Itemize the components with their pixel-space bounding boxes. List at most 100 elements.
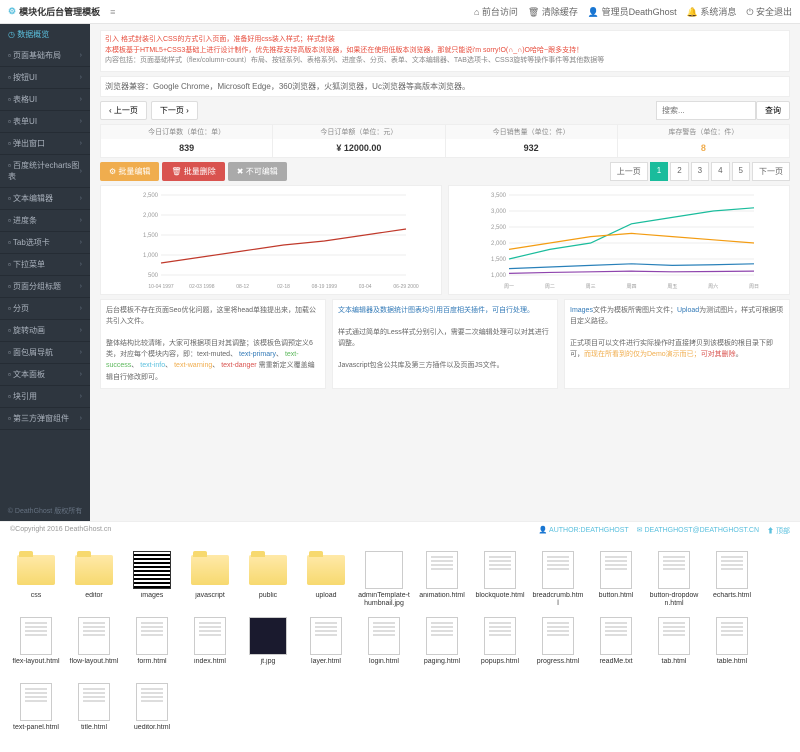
next-page-button[interactable]: 下一页 › (151, 101, 198, 120)
svg-text:06-29 2000: 06-29 2000 (393, 284, 419, 290)
file-blockquote.html[interactable]: blockquote.html (474, 550, 526, 610)
desc-col-1: 后台模板不存在页面Seo优化问题，这里将head单独提出来，加载公共引入文件。 … (100, 299, 326, 389)
nav-exit[interactable]: ⏻ 安全退出 (746, 5, 792, 18)
chevron-right-icon: › (80, 393, 82, 400)
nav-admin[interactable]: 👤 管理员DeathGhost (588, 5, 677, 18)
svg-text:02-18: 02-18 (277, 284, 290, 290)
sidebar-item-16[interactable]: ▫ 第三方弹窗组件› (0, 408, 90, 430)
sidebar-item-1[interactable]: ▫ 按钮UI› (0, 67, 90, 89)
pager-2[interactable]: 2 (670, 162, 688, 181)
chevron-right-icon: › (80, 52, 82, 59)
sidebar-item-5[interactable]: ▫ 百度统计echarts图表› (0, 155, 90, 188)
pager-3[interactable]: 3 (691, 162, 709, 181)
nav-clear[interactable]: 🗑 清除缓存 (528, 5, 578, 18)
sidebar-item-12[interactable]: ▫ 旋转动画› (0, 320, 90, 342)
svg-text:10-04 1997: 10-04 1997 (148, 284, 174, 290)
footer-top[interactable]: ⬆ 顶部 (767, 526, 790, 536)
file-flow-layout.html[interactable]: flow-layout.html (68, 616, 120, 676)
file-animation.html[interactable]: animation.html (416, 550, 468, 610)
file-button.html[interactable]: button.html (590, 550, 642, 610)
browser-compat: 浏览器兼容：Google Chrome，Microsoft Edge，360浏览… (100, 76, 790, 97)
file-editor[interactable]: editor (68, 550, 120, 610)
batch-edit-button[interactable]: ⚙ 批量编辑 (100, 162, 159, 181)
stat-1: 今日订单额（单位：元）¥ 12000.00 (273, 125, 445, 157)
file-progress.html[interactable]: progress.html (532, 616, 584, 676)
sidebar-item-0[interactable]: ▫ 页面基础布局› (0, 45, 90, 67)
file-ueditor.html[interactable]: ueditor.html (126, 682, 178, 742)
sidebar-item-2[interactable]: ▫ 表格UI› (0, 89, 90, 111)
file-images[interactable]: images (126, 550, 178, 610)
no-edit-button[interactable]: ✖ 不可编辑 (228, 162, 287, 181)
sidebar-item-9[interactable]: ▫ 下拉菜单› (0, 254, 90, 276)
pager-5[interactable]: 5 (732, 162, 750, 181)
chevron-right-icon: › (80, 371, 82, 378)
file-table.html[interactable]: table.html (706, 616, 758, 676)
gear-icon: ⚙ (8, 6, 16, 17)
content: 引入 格式封装引入CSS的方式引入页面，准备好用css装入样式；样式封装 本模板… (90, 24, 800, 521)
footer-author[interactable]: 👤 AUTHOR:DEATHGHOST (539, 526, 629, 536)
svg-text:1,500: 1,500 (143, 233, 159, 239)
footer-mail[interactable]: ✉ DEATHGHOST@DEATHGHOST.CN (637, 526, 759, 536)
chevron-right-icon: › (80, 415, 82, 422)
chart-left: 5001,0001,5002,0002,50010-04 199702-03 1… (100, 185, 442, 295)
prev-page-button[interactable]: ‹ 上一页 (100, 101, 147, 120)
notice-l1: 引入 格式封装引入CSS的方式引入页面，准备好用css装入样式；样式封装 (105, 36, 335, 43)
sidebar-header: ◷ 数据概览 (0, 24, 90, 45)
sidebar-item-3[interactable]: ▫ 表单UI› (0, 111, 90, 133)
file-readMe.txt[interactable]: readMe.txt (590, 616, 642, 676)
sidebar-item-11[interactable]: ▫ 分页› (0, 298, 90, 320)
pager-1[interactable]: 1 (650, 162, 668, 181)
file-public[interactable]: public (242, 550, 294, 610)
svg-text:02-03 1998: 02-03 1998 (189, 284, 215, 290)
batch-delete-button[interactable]: 🗑 批量删除 (162, 162, 224, 181)
sidebar-item-14[interactable]: ▫ 文本面板› (0, 364, 90, 386)
chevron-right-icon: › (80, 283, 82, 290)
notice-box: 引入 格式封装引入CSS的方式引入页面，准备好用css装入样式；样式封装 本模板… (100, 30, 790, 72)
pager-prev[interactable]: 上一页 (610, 162, 648, 181)
sidebar-item-6[interactable]: ▫ 文本编辑器› (0, 188, 90, 210)
nav-visit[interactable]: ⌂ 前台访问 (474, 5, 518, 18)
file-upload[interactable]: upload (300, 550, 352, 610)
menu-toggle-icon[interactable]: ≡ (110, 7, 115, 17)
file-button-dropdown.html[interactable]: button-dropdown.html (648, 550, 700, 610)
file-title.html[interactable]: title.html (68, 682, 120, 742)
file-paging.html[interactable]: paging.html (416, 616, 468, 676)
pager-next[interactable]: 下一页 (752, 162, 790, 181)
search-button[interactable]: 查询 (756, 101, 790, 120)
sidebar-item-13[interactable]: ▫ 面包屑导航› (0, 342, 90, 364)
sidebar-item-8[interactable]: ▫ Tab选项卡› (0, 232, 90, 254)
sidebar-item-4[interactable]: ▫ 弹出窗口› (0, 133, 90, 155)
file-flex-layout.html[interactable]: flex-layout.html (10, 616, 62, 676)
desc-col-3: Images文件为模板所需图片文件；Upload为测试图片，样式可根据项目定义路… (564, 299, 790, 389)
brand: ⚙模块化后台管理模板 (8, 5, 100, 18)
file-login.html[interactable]: login.html (358, 616, 410, 676)
file-css[interactable]: css (10, 550, 62, 610)
file-jt.jpg[interactable]: jt.jpg (242, 616, 294, 676)
notice-l2: 本模板基于HTML5+CSS3基础上进行设计制作，优先推荐支持高版本浏览器，如果… (105, 46, 785, 57)
file-index.html[interactable]: index.html (184, 616, 236, 676)
stat-2: 今日销售量（单位：件）932 (446, 125, 618, 157)
search-input[interactable] (656, 101, 756, 120)
chevron-right-icon: › (80, 261, 82, 268)
sidebar-item-10[interactable]: ▫ 页面分组标题› (0, 276, 90, 298)
file-breadcrumb.html[interactable]: breadcrumb.html (532, 550, 584, 610)
stats-row: 今日订单数（单位：单）839今日订单额（单位：元）¥ 12000.00今日销售量… (100, 124, 790, 158)
file-form.html[interactable]: form.html (126, 616, 178, 676)
file-tab.html[interactable]: tab.html (648, 616, 700, 676)
svg-text:3,000: 3,000 (491, 209, 507, 215)
file-popups.html[interactable]: popups.html (474, 616, 526, 676)
file-echarts.html[interactable]: echarts.html (706, 550, 758, 610)
file-layer.html[interactable]: layer.html (300, 616, 352, 676)
file-adminTemplate-thumbnail.jpg[interactable]: adminTemplate-thumbnail.jpg (358, 550, 410, 610)
footer: ©Copyright 2016 DeathGhost.cn 👤 AUTHOR:D… (0, 521, 800, 540)
file-text-panel.html[interactable]: text-panel.html (10, 682, 62, 742)
nav-msg[interactable]: 🔔 系统消息 (687, 5, 737, 18)
chart-right: 1,0001,5002,0002,5003,0003,500周一周二周三周四周五… (448, 185, 790, 295)
svg-text:周三: 周三 (586, 284, 596, 290)
sidebar-item-15[interactable]: ▫ 块引用› (0, 386, 90, 408)
sidebar-item-7[interactable]: ▫ 进度条› (0, 210, 90, 232)
pager-4[interactable]: 4 (711, 162, 729, 181)
chevron-right-icon: › (80, 195, 82, 202)
file-javascript[interactable]: javascript (184, 550, 236, 610)
svg-text:08-12: 08-12 (236, 284, 249, 290)
